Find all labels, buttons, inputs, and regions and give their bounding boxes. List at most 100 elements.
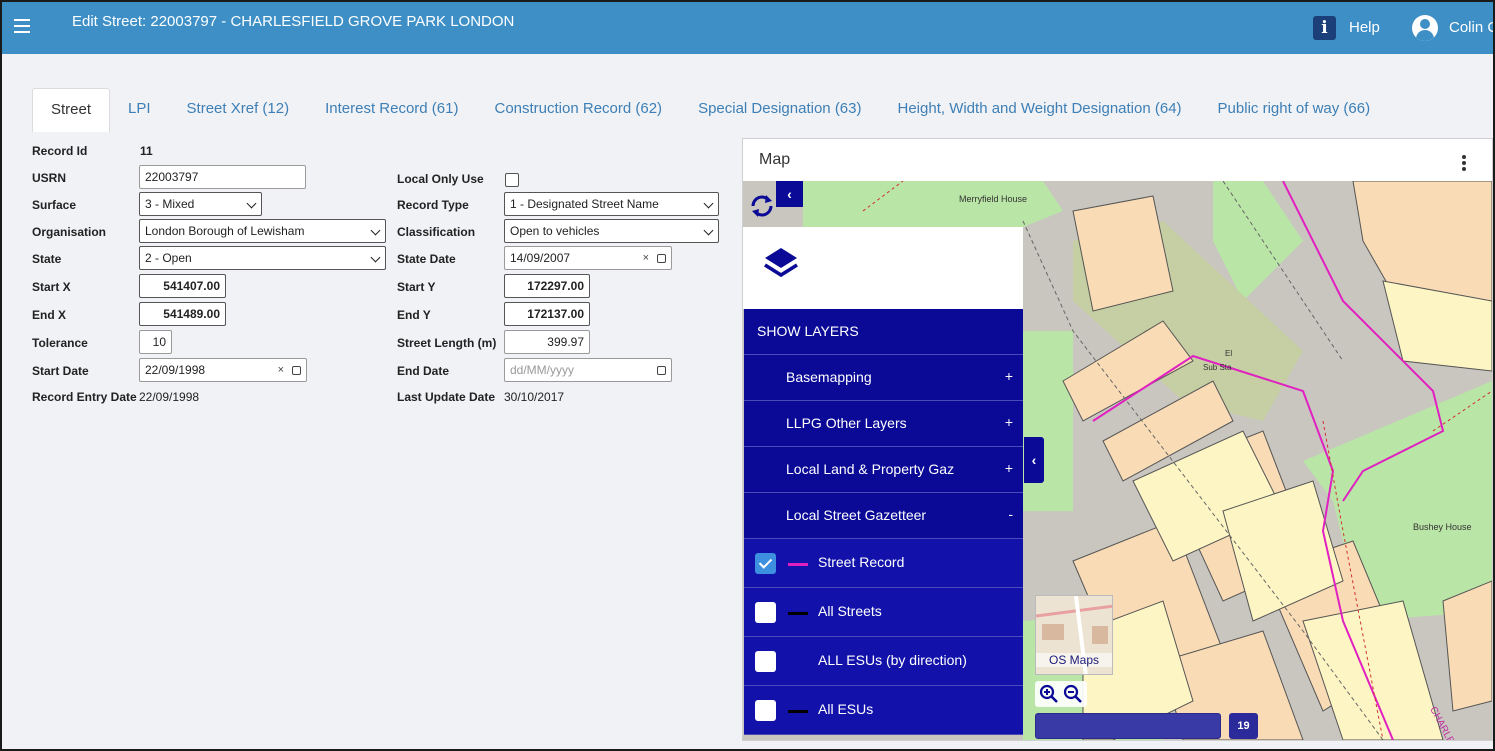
tab-interest-record[interactable]: Interest Record (61) — [307, 88, 476, 132]
show-layers-header[interactable]: SHOW LAYERS — [744, 309, 1023, 355]
top-app-bar: Edit Street: 22003797 - CHARLESFIELD GRO… — [2, 2, 1493, 54]
map-panel: Map Merryfield House Bushey House Sub St… — [742, 138, 1493, 741]
chevron-down-icon — [703, 225, 714, 236]
surface-label: Surface — [32, 198, 77, 212]
surface-select[interactable]: 3 - Mixed — [139, 192, 262, 216]
last-update-date-label: Last Update Date — [397, 390, 496, 404]
layer-list: SHOW LAYERS Basemapping + LLPG Other Lay… — [744, 309, 1023, 735]
start-y-input[interactable]: 172297.00 — [504, 274, 590, 298]
map-canvas[interactable]: Merryfield House Bushey House Sub Sta El… — [743, 181, 1492, 740]
expand-icon[interactable]: + — [1005, 414, 1013, 430]
calendar-icon[interactable] — [657, 254, 666, 263]
layer-item-all-streets[interactable]: All Streets — [744, 588, 1023, 637]
layer-item-all-esus-direction[interactable]: ALL ESUs (by direction) — [744, 637, 1023, 686]
layer-group-basemapping[interactable]: Basemapping + — [744, 355, 1023, 401]
record-type-label: Record Type — [397, 198, 469, 212]
usrn-label: USRN — [32, 171, 67, 185]
record-type-select[interactable]: 1 - Designated Street Name — [504, 192, 719, 216]
collapse-icon[interactable]: - — [1008, 506, 1013, 522]
layer-item-label: Street Record — [818, 554, 905, 570]
tab-street-xref[interactable]: Street Xref (12) — [169, 88, 308, 132]
local-only-use-checkbox[interactable] — [505, 173, 519, 187]
legend-line-icon — [788, 710, 808, 713]
map-label-merryfield-house: Merryfield House — [959, 194, 1028, 204]
layer-group-local-land-property[interactable]: Local Land & Property Gaz + — [744, 447, 1023, 493]
info-icon[interactable]: i — [1313, 16, 1336, 40]
start-date-label: Start Date — [32, 364, 89, 378]
collapse-layers-button[interactable]: ‹ — [1024, 437, 1044, 483]
end-date-label: End Date — [397, 364, 450, 378]
zoom-in-icon[interactable] — [1039, 684, 1059, 704]
legend-line-icon — [788, 563, 808, 566]
tab-public-right-of-way[interactable]: Public right of way (66) — [1200, 88, 1389, 132]
page-title: Edit Street: 22003797 - CHARLESFIELD GRO… — [72, 13, 515, 30]
state-date-label: State Date — [397, 252, 456, 266]
more-vertical-icon[interactable] — [1462, 155, 1466, 173]
organisation-label: Organisation — [32, 225, 107, 239]
end-x-input[interactable]: 541489.00 — [139, 302, 226, 326]
organisation-value: London Borough of Lewisham — [145, 224, 305, 238]
zoom-out-icon[interactable] — [1063, 684, 1083, 704]
layer-group-llpg-other[interactable]: LLPG Other Layers + — [744, 401, 1023, 447]
layer-checkbox[interactable] — [755, 553, 776, 574]
user-name[interactable]: Colin C — [1449, 19, 1493, 36]
layer-item-label: ALL ESUs (by direction) — [818, 652, 967, 668]
basemap-label: OS Maps — [1036, 653, 1112, 667]
clear-icon[interactable]: × — [643, 247, 649, 269]
tab-lpi[interactable]: LPI — [110, 88, 169, 132]
layer-item-all-esus[interactable]: All ESUs — [744, 686, 1023, 735]
tab-special-designation[interactable]: Special Designation (63) — [680, 88, 879, 132]
tolerance-input[interactable]: 10 — [139, 330, 172, 354]
layer-group-label: Local Land & Property Gaz — [786, 461, 955, 477]
layer-item-label: All ESUs — [818, 701, 874, 717]
end-date-input[interactable]: dd/MM/yyyy — [504, 358, 672, 382]
help-link[interactable]: Help — [1349, 19, 1380, 36]
calendar-icon[interactable] — [292, 366, 301, 375]
start-x-label: Start X — [32, 280, 71, 294]
basemap-switcher[interactable]: OS Maps — [1035, 595, 1113, 675]
layer-checkbox[interactable] — [755, 700, 776, 721]
chevron-down-icon — [246, 198, 257, 209]
chevron-down-icon — [370, 225, 381, 236]
layer-item-street-record[interactable]: Street Record — [744, 539, 1023, 588]
map-label-bushey-house: Bushey House — [1413, 522, 1472, 532]
usrn-input[interactable]: 22003797 — [139, 165, 306, 189]
tab-height-width-weight[interactable]: Height, Width and Weight Designation (64… — [880, 88, 1200, 132]
layer-item-label: All Streets — [818, 603, 882, 619]
start-x-input[interactable]: 541407.00 — [139, 274, 226, 298]
legend-line-icon — [788, 612, 808, 615]
end-y-input[interactable]: 172137.00 — [504, 302, 590, 326]
tab-street[interactable]: Street — [32, 88, 111, 132]
map-label-sub-sta: Sub Sta — [1203, 363, 1232, 372]
clear-icon[interactable]: × — [278, 359, 284, 381]
record-entry-date-label: Record Entry Date — [32, 390, 137, 404]
state-date-input[interactable]: 14/09/2007 × — [504, 246, 672, 270]
classification-value: Open to vehicles — [510, 224, 600, 238]
record-id-label: Record Id — [32, 144, 88, 158]
start-y-label: Start Y — [397, 280, 436, 294]
street-length-input[interactable]: 399.97 — [504, 330, 590, 354]
chevron-down-icon — [703, 198, 714, 209]
tab-construction-record[interactable]: Construction Record (62) — [476, 88, 680, 132]
organisation-select[interactable]: London Borough of Lewisham — [139, 219, 386, 243]
start-date-value: 22/09/1998 — [145, 363, 206, 377]
record-id-value: 11 — [140, 144, 153, 158]
classification-select[interactable]: Open to vehicles — [504, 219, 719, 243]
layer-checkbox[interactable] — [755, 651, 776, 672]
calendar-icon[interactable] — [657, 366, 666, 375]
layer-checkbox[interactable] — [755, 602, 776, 623]
state-select[interactable]: 2 - Open — [139, 246, 386, 270]
expand-icon[interactable]: + — [1005, 368, 1013, 384]
layer-group-local-street-gazetteer[interactable]: Local Street Gazetteer - — [744, 493, 1023, 539]
hamburger-menu-icon[interactable] — [14, 19, 30, 33]
app-window: Edit Street: 22003797 - CHARLESFIELD GRO… — [0, 0, 1495, 751]
collapse-toolbar-button[interactable]: ‹ — [776, 181, 803, 207]
map-title: Map — [759, 151, 791, 168]
show-layers-label: SHOW LAYERS — [757, 323, 859, 339]
classification-label: Classification — [397, 225, 476, 239]
start-date-input[interactable]: 22/09/1998 × — [139, 358, 307, 382]
end-date-placeholder: dd/MM/yyyy — [510, 363, 575, 377]
state-value: 2 - Open — [145, 251, 192, 265]
expand-icon[interactable]: + — [1005, 460, 1013, 476]
avatar-icon[interactable] — [1412, 15, 1438, 41]
